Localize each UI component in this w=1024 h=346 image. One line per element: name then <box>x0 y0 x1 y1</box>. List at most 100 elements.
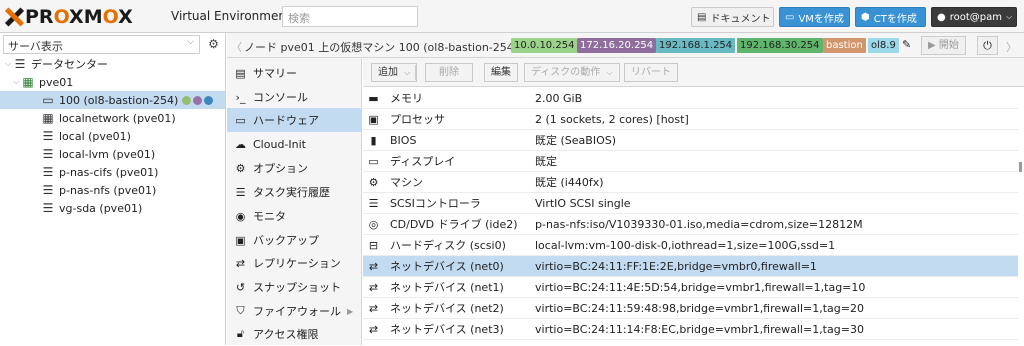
nav-item-task-history[interactable]: ☰ タスク実行履歴 <box>227 180 362 204</box>
tree-item-datacenter[interactable]: ⌵ ☰ データセンター <box>0 55 225 73</box>
tree-settings-gear-icon[interactable]: ⚙ <box>204 35 223 54</box>
unlock-icon: 🔓︎ <box>236 327 245 340</box>
proxmox-x-icon <box>4 7 24 27</box>
tree-item-storage-local-lvm[interactable]: ☰ local-lvm (pve01) <box>0 145 225 163</box>
user-icon: ● <box>937 11 946 23</box>
create-vm-button[interactable]: ▭ VMを作成 <box>779 7 850 27</box>
chevron-down-icon: ⌵ <box>187 37 194 47</box>
collapse-icon[interactable]: ⌵ <box>12 77 20 87</box>
nav-item-replication[interactable]: ⇄ レプリケーション <box>227 251 362 275</box>
tree-item-pve01[interactable]: ⌵ ▦ pve01 <box>0 73 225 91</box>
vm-tag-dot <box>204 95 214 105</box>
nav-item-summary[interactable]: ▤ サマリー <box>227 61 362 85</box>
exchange-icon: ⇄ <box>368 280 379 294</box>
book-icon: ▤ <box>697 11 707 23</box>
tag-badge: 172.16.20.254 <box>577 38 657 53</box>
documentation-button[interactable]: ▤ ドキュメント <box>691 7 774 27</box>
vm-tag-dot <box>193 95 203 105</box>
console-icon: ›_ <box>235 90 246 104</box>
proxmox-logo[interactable]: PROXMOX <box>4 6 133 28</box>
nav-item-console[interactable]: ›_ コンソール <box>227 85 362 109</box>
database-icon: ☰ <box>42 165 54 179</box>
edit-tags-pencil-icon[interactable]: ✎ <box>902 38 911 51</box>
hardware-row-net2[interactable]: ⇄ ネットデバイス (net2) virtio=BC:24:11:59:48:9… <box>363 298 1018 319</box>
hardware-row-memory[interactable]: ▬ メモリ 2.00 GiB <box>363 88 1018 109</box>
hardware-row-cdrom[interactable]: ◎ CD/DVD ドライブ (ide2) p-nas-nfs:iso/V1039… <box>363 214 1018 235</box>
microchip-icon: ▮ <box>370 133 377 147</box>
database-icon: ☰ <box>42 201 54 215</box>
hardware-row-hard-disk[interactable]: ⊟ ハードディスク (scsi0) local-lvm:vm-100-disk-… <box>363 235 1018 256</box>
proxmox-wordmark: PROXMOX <box>25 6 133 28</box>
tree-item-vm-100[interactable]: ▭ 100 (ol8-bastion-254) <box>0 91 225 109</box>
toolbar-divider <box>415 65 416 80</box>
tag-badge: ol8.9 <box>868 38 899 53</box>
hardware-row-display[interactable]: ▭ ディスプレイ 既定 <box>363 151 1018 172</box>
add-button[interactable]: 追加 ⌵ <box>371 63 418 82</box>
tree-item-storage-p-nas-cifs[interactable]: ☰ p-nas-cifs (pve01) <box>0 163 225 181</box>
power-button[interactable]: ⏻ <box>977 36 998 55</box>
memory-icon: ▬ <box>368 91 379 105</box>
node-online-icon: ▦ <box>22 75 34 89</box>
hardware-row-net0[interactable]: ⇄ ネットデバイス (net0) virtio=BC:24:11:FF:1E:2… <box>363 256 1018 277</box>
sdn-grid-icon: ▦ <box>42 111 54 125</box>
create-ct-button[interactable]: ⬢ CTを作成 <box>855 7 926 27</box>
edit-button[interactable]: 編集 <box>484 63 518 82</box>
hardware-row-scsi-controller[interactable]: ☰ SCSIコントローラ VirtIO SCSI single <box>363 193 1018 214</box>
cpu-icon: ▣ <box>368 112 379 126</box>
collapse-icon[interactable]: ⌵ <box>4 59 12 69</box>
tree-item-storage-p-nas-nfs[interactable]: ☰ p-nas-nfs (pve01) <box>0 181 225 199</box>
vm-running-icon: ▭ <box>42 93 54 107</box>
exchange-icon: ⇄ <box>368 301 379 315</box>
nav-item-options[interactable]: ⚙ オプション <box>227 156 362 180</box>
start-button[interactable]: ▶ 開始 <box>921 36 966 55</box>
nav-item-backup[interactable]: ▣ バックアップ <box>227 228 362 252</box>
desktop-icon: ▭ <box>368 154 379 168</box>
scroll-thumb[interactable] <box>1019 162 1022 172</box>
chevron-down-icon: ⌵ <box>404 68 411 77</box>
content-scrollbar[interactable] <box>1018 88 1024 345</box>
power-icon: ⏻ <box>983 39 992 52</box>
shield-icon: ⛉ <box>236 304 245 317</box>
tree-item-storage-local[interactable]: ☰ local (pve01) <box>0 127 225 145</box>
scroll-right-icon[interactable]: 〉 <box>1006 39 1017 55</box>
cube-icon: ⬢ <box>861 11 870 23</box>
history-icon: ↺ <box>235 280 246 294</box>
eye-icon: ◉ <box>235 209 246 223</box>
database-icon: ☰ <box>368 196 379 210</box>
desktop-icon: ▭ <box>785 11 795 23</box>
tag-badge: 192.168.30.254 <box>737 38 823 53</box>
hardware-row-machine[interactable]: ⚙ マシン 既定 (i440fx) <box>363 172 1018 193</box>
tree-item-localnetwork[interactable]: ▦ localnetwork (pve01) <box>0 109 225 127</box>
scroll-left-icon[interactable]: 〈 <box>231 39 242 55</box>
tree-item-storage-vg-sda[interactable]: ☰ vg-sda (pve01) <box>0 199 225 217</box>
nav-item-firewall[interactable]: ⛉ ファイアウォール ▶ <box>227 299 362 323</box>
exchange-icon: ⇄ <box>368 322 379 336</box>
retweet-icon: ⇄ <box>235 256 246 270</box>
vm-tag-dot <box>182 95 192 105</box>
chevron-down-icon: ⌵ <box>606 68 613 77</box>
database-icon: ☰ <box>42 183 54 197</box>
hardware-row-net3[interactable]: ⇄ ネットデバイス (net3) virtio=BC:24:11:14:F8:E… <box>363 319 1018 340</box>
nav-item-hardware[interactable]: ▭ ハードウェア <box>227 108 362 132</box>
search-input[interactable]: 検索 <box>282 6 418 27</box>
cloud-icon: ☁ <box>235 137 246 151</box>
revert-button[interactable]: リバート <box>624 63 678 82</box>
remove-button[interactable]: 削除 <box>425 63 473 82</box>
user-menu-button[interactable]: ● root@pam ⌵ <box>931 7 1017 27</box>
gear-icon: ⚙ <box>235 161 246 175</box>
vm-header-bar: 〈 ノード pve01 上の仮想マシン 100 (ol8-bastion-254… <box>227 33 1024 58</box>
disk-action-button[interactable]: ディスクの動作 ⌵ <box>524 63 620 82</box>
nav-item-snapshots[interactable]: ↺ スナップショット <box>227 275 362 299</box>
nav-item-permissions[interactable]: 🔓︎ アクセス権限 <box>227 322 362 346</box>
cogs-icon: ⚙ <box>368 175 379 189</box>
server-stack-icon: ☰ <box>14 57 26 71</box>
nav-item-cloud-init[interactable]: ☁ Cloud-Init <box>227 132 362 156</box>
view-selector[interactable]: サーバ表示 ⌵ <box>3 35 200 54</box>
hardware-row-net1[interactable]: ⇄ ネットデバイス (net1) virtio=BC:24:11:4E:5D:5… <box>363 277 1018 298</box>
hardware-row-processor[interactable]: ▣ プロセッサ 2 (1 sockets, 2 cores) [host] <box>363 109 1018 130</box>
nav-item-monitor[interactable]: ◉ モニタ <box>227 204 362 228</box>
top-bar: PROXMOX Virtual Environment 8.4.16 検索 ▤ … <box>0 0 1024 33</box>
breadcrumb: ノード pve01 上の仮想マシン 100 (ol8-bastion-254) <box>244 41 519 54</box>
exchange-icon: ⇄ <box>368 259 379 273</box>
hardware-row-bios[interactable]: ▮ BIOS 既定 (SeaBIOS) <box>363 130 1018 151</box>
